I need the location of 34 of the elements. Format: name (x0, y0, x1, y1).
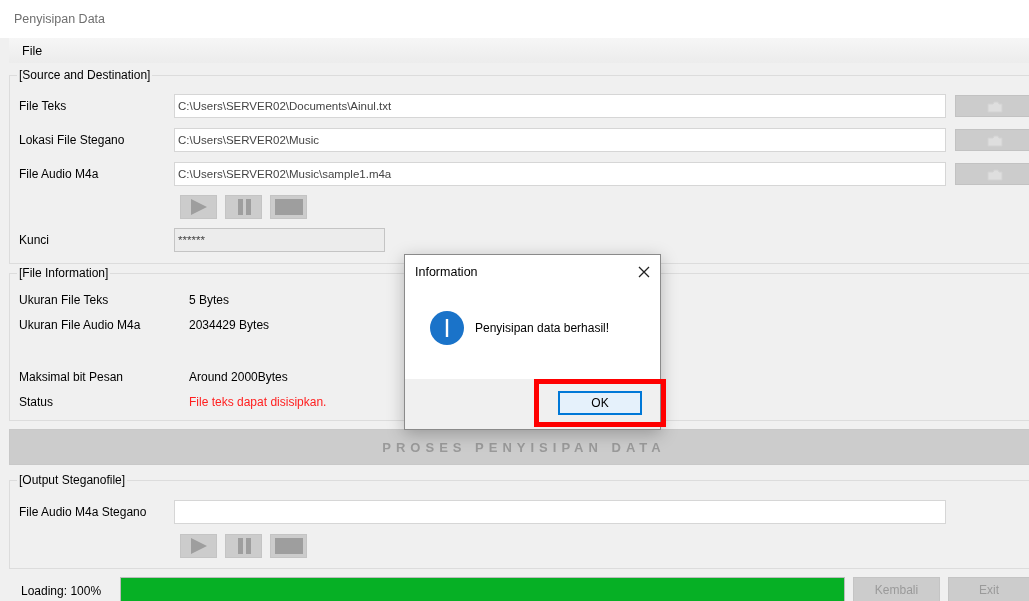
path-field[interactable] (174, 500, 946, 524)
window-title: Penyisipan Data (14, 12, 106, 26)
pause-icon (235, 199, 252, 215)
info-label: Status (19, 394, 55, 409)
info-value: 5 Bytes (189, 292, 230, 307)
path-field[interactable]: C:\Users\SERVER02\Documents\Ainul.txt (174, 94, 946, 118)
field-label: Lokasi File Stegano (19, 133, 126, 147)
info-label: Maksimal bit Pesan (19, 369, 125, 384)
path-field[interactable]: C:\Users\SERVER02\Music\sample1.m4a (174, 162, 946, 186)
dialog-title: Information (415, 265, 478, 279)
dialog-message: Penyisipan data berhasil! (475, 321, 610, 335)
play-icon (189, 538, 208, 554)
field-label: File Teks (19, 99, 68, 113)
loading-label: Loading: 100% (20, 584, 103, 598)
info-label: Ukuran File Audio M4a (19, 317, 142, 332)
group-title: [File Information] (18, 266, 110, 280)
stop-icon (274, 538, 303, 554)
menu-item[interactable]: File (9, 43, 55, 58)
field-label: File Audio M4a (19, 167, 100, 181)
group-title: [Output Steganofile] (18, 473, 127, 487)
play-icon (189, 199, 208, 215)
info-label: Ukuran File Teks (19, 292, 110, 307)
close-icon[interactable] (638, 266, 650, 278)
status-text: File teks dapat disisipkan. (189, 394, 327, 409)
path-field[interactable]: C:\Users\SERVER02\Music (174, 128, 946, 152)
stop-icon (274, 199, 303, 215)
ok-button[interactable]: OK (558, 391, 642, 415)
info-value: 2034429 Bytes (189, 317, 270, 332)
field-label: Kunci (19, 233, 51, 247)
field-label: File Audio M4a Stegano (19, 505, 148, 519)
info-value: Around 2000Bytes (189, 369, 288, 384)
info-icon (430, 311, 464, 345)
pause-icon (235, 538, 252, 554)
group-title: [Source and Destination] (18, 68, 152, 82)
